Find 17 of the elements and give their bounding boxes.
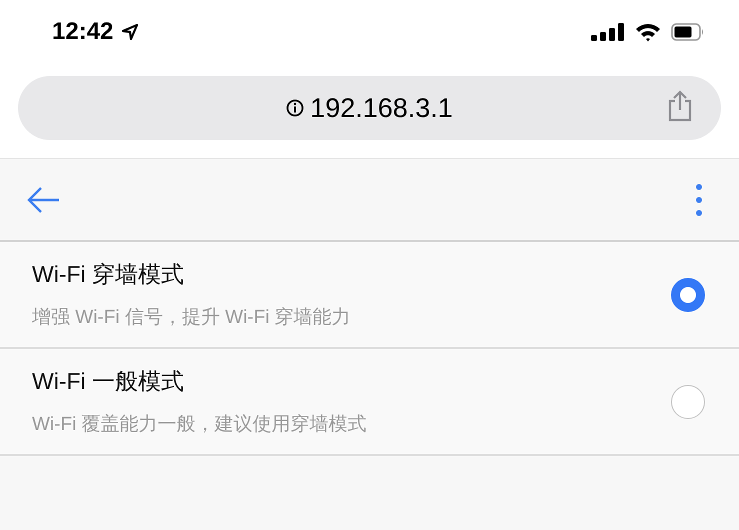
battery-icon — [671, 22, 705, 42]
address-bar[interactable]: 192.168.3.1 — [18, 76, 721, 140]
option-title: Wi-Fi 一般模式 — [32, 367, 186, 396]
url-text: 192.168.3.1 — [310, 92, 453, 124]
back-arrow-icon[interactable] — [26, 186, 60, 214]
wifi-icon — [635, 22, 661, 42]
radio-button[interactable] — [671, 384, 705, 418]
info-icon — [286, 99, 304, 117]
more-menu-icon[interactable] — [695, 182, 703, 216]
option-description: Wi-Fi 覆盖能力一般，建议使用穿墙模式 — [32, 412, 368, 437]
clock-time: 12:42 — [52, 18, 114, 46]
signal-icon — [591, 22, 625, 42]
share-icon[interactable] — [667, 90, 693, 122]
option-title: Wi-Fi 穿墙模式 — [32, 260, 186, 289]
location-arrow-icon — [121, 23, 140, 41]
option-description: 增强 Wi-Fi 信号，提升 Wi-Fi 穿墙能力 — [32, 306, 352, 330]
radio-button[interactable] — [671, 278, 705, 312]
